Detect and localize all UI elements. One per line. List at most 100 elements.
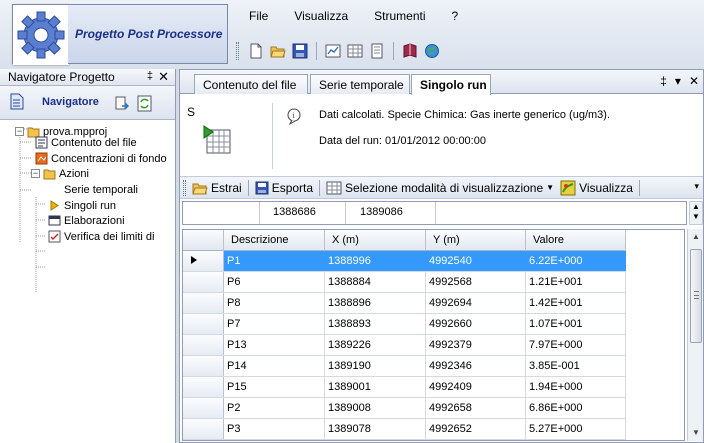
cell-y: 4992694 (426, 293, 526, 313)
cell-value: 6.22E+000 (526, 251, 626, 271)
toolbar-grip[interactable] (183, 179, 186, 196)
column-header-value[interactable]: Valore (526, 230, 626, 251)
cell-y: 4992379 (426, 335, 526, 355)
export-button[interactable]: Esporta (252, 181, 316, 195)
tab-file-content[interactable]: Contenuto del file (194, 74, 308, 94)
display-mode-dropdown[interactable]: Selezione modalità di visualizzazione ▼ (323, 181, 557, 195)
book-icon (403, 43, 417, 58)
cell-x: 1389226 (325, 335, 426, 355)
tree-item-background[interactable]: Concentrazioni di fondo (35, 151, 167, 166)
tree-item-single-runs[interactable]: Singoli run (48, 198, 116, 213)
scroll-up-icon[interactable]: ▲ (688, 229, 704, 245)
grid-vertical-scrollbar[interactable]: ▲ ▼ (687, 229, 703, 441)
app-header: Progetto Post Processore File Visualizza… (0, 0, 704, 69)
cell-y: 4992568 (426, 272, 526, 292)
tree-item-limit-check[interactable]: Verifica dei limiti di (48, 229, 154, 244)
table-icon (347, 44, 363, 58)
cell-description: P3 (224, 419, 325, 439)
open-folder-button[interactable] (269, 42, 287, 60)
visualize-button[interactable]: Visualizza (557, 180, 636, 196)
row-header[interactable] (183, 335, 224, 355)
pin-icon[interactable]: ‡ (660, 74, 667, 88)
new-file-button[interactable] (247, 42, 265, 60)
row-header[interactable] (183, 251, 224, 271)
table-row[interactable]: P3 1389078 4992652 5.27E+000 (183, 419, 626, 440)
navigator-label: Navigatore (42, 96, 99, 108)
tree-item-label: Concentrazioni di fondo (51, 152, 167, 165)
toolbar-overflow-icon[interactable]: ▾ (694, 181, 699, 192)
row-header[interactable] (183, 356, 224, 376)
cell-value: 6.86E+000 (526, 398, 626, 418)
row-header[interactable] (183, 314, 224, 334)
toolbar-grip[interactable] (236, 42, 239, 60)
row-header[interactable] (183, 377, 224, 397)
row-header[interactable] (183, 398, 224, 418)
pin-icon[interactable]: ‡ (147, 70, 153, 82)
cell-y: 4992652 (426, 419, 526, 439)
table-row[interactable]: P2 1389008 4992658 6.86E+000 (183, 398, 626, 419)
collapse-icon[interactable]: − (15, 127, 24, 136)
save-button[interactable] (291, 42, 309, 60)
table-row[interactable]: P14 1389190 4992346 3.85E-001 (183, 356, 626, 377)
tree-item-file-content[interactable]: Contenuto del file (35, 135, 137, 150)
cell-description: P13 (224, 335, 325, 355)
extract-button[interactable]: Estrai (189, 181, 245, 195)
close-icon[interactable]: ✕ (158, 69, 169, 85)
tree-item-actions[interactable]: − Azioni (15, 166, 89, 181)
export-doc-icon[interactable] (114, 96, 130, 112)
cell-value: 1.94E+000 (526, 377, 626, 397)
gear-icon (13, 5, 69, 65)
tree-item-time-series[interactable]: Serie temporali (48, 182, 138, 197)
column-header-x[interactable]: X (m) (325, 230, 426, 251)
scroll-thumb[interactable] (690, 249, 702, 343)
table-button[interactable] (346, 42, 364, 60)
chart-icon (325, 44, 341, 58)
play-icon (50, 200, 59, 211)
main-toolbar (236, 42, 441, 60)
refresh-icon[interactable] (137, 95, 153, 112)
cell-y: 4992540 (426, 251, 526, 271)
table-row[interactable]: P7 1388893 4992660 1.07E+001 (183, 314, 626, 335)
tab-strip: Contenuto del file Serie temporale Singo… (180, 70, 703, 95)
row-header[interactable] (183, 272, 224, 292)
run-info-data-type: Dati calcolati. Specie Chimica: Gas iner… (319, 109, 611, 121)
info-bubble-icon: i (287, 108, 301, 126)
tab-single-run[interactable]: Singolo run (411, 74, 491, 95)
menu-help[interactable]: ? (439, 4, 472, 27)
table-row[interactable]: P8 1388896 4992694 1.42E+001 (183, 293, 626, 314)
menu-tools[interactable]: Strumenti (361, 4, 438, 27)
scroll-down-icon[interactable]: ▼ (688, 425, 704, 441)
cell-x: 1389001 (325, 377, 426, 397)
table-row[interactable]: P1 1388996 4992540 6.22E+000 (183, 251, 626, 272)
grid-toolbar: Estrai Esporta Selezione modalità di vis… (180, 176, 703, 199)
tab-menu-icon[interactable]: ▾ (675, 74, 681, 88)
row-header[interactable] (183, 293, 224, 313)
extract-label: Estrai (211, 180, 242, 195)
tab-time-series[interactable]: Serie temporale (310, 74, 410, 94)
book-button[interactable] (401, 42, 419, 60)
close-icon[interactable]: ✕ (689, 74, 699, 88)
collapse-icon[interactable]: − (31, 169, 40, 178)
dropdown-arrow-icon: ▼ (546, 183, 555, 192)
app-logo (12, 4, 69, 65)
map-icon (560, 180, 576, 195)
row-header[interactable] (183, 419, 224, 439)
cell-description: P14 (224, 356, 325, 376)
tree-item-elaborations[interactable]: Elaborazioni (48, 213, 125, 228)
tree-item-label: Elaborazioni (64, 214, 125, 227)
table-row[interactable]: P15 1389001 4992409 1.94E+000 (183, 377, 626, 398)
column-header-description[interactable]: Descrizione (224, 230, 325, 251)
column-header-y[interactable]: Y (m) (426, 230, 526, 251)
header-grid-scrollbar[interactable]: ▲ ▼ (689, 201, 703, 225)
globe-button[interactable] (423, 42, 441, 60)
menu-view[interactable]: Visualizza (281, 4, 361, 27)
cell-value: 1.21E+001 (526, 272, 626, 292)
table-row[interactable]: P6 1388884 4992568 1.21E+001 (183, 272, 626, 293)
toolbar-separator (393, 42, 394, 60)
chart-button[interactable] (324, 42, 342, 60)
table-row[interactable]: P13 1389226 4992379 7.97E+000 (183, 335, 626, 356)
grid-header: Descrizione X (m) Y (m) Valore (183, 230, 626, 251)
menu-file[interactable]: File (236, 4, 281, 27)
toolbar-separator (316, 42, 317, 60)
report-button[interactable] (368, 42, 386, 60)
